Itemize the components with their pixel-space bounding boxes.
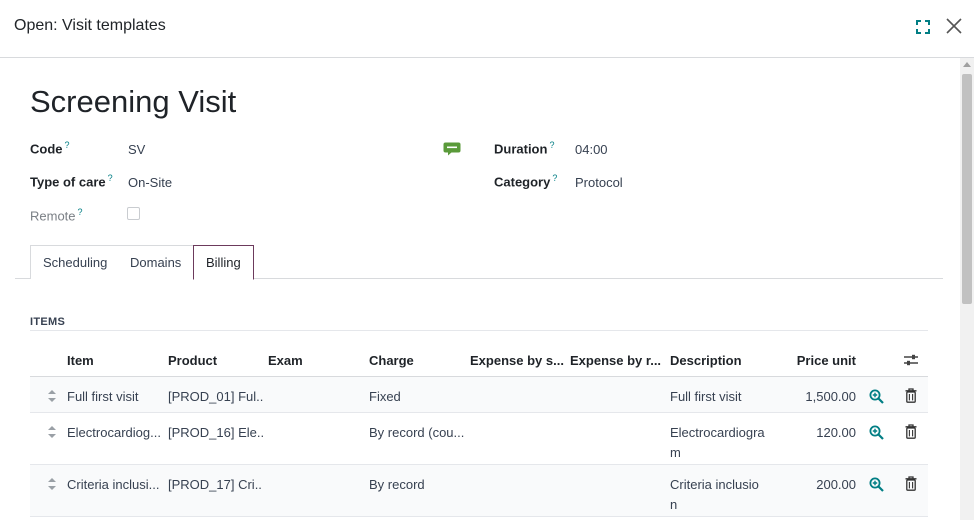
items-table-header: Item Product Exam Charge Expense by s...… (30, 344, 928, 377)
tab-scheduling[interactable]: Scheduling (30, 245, 121, 279)
drag-handle-icon[interactable] (48, 477, 56, 491)
trash-icon[interactable] (905, 476, 917, 491)
charge-cell[interactable]: Fixed (369, 387, 464, 407)
duration-help-icon[interactable]: ? (549, 140, 554, 150)
expand-icon[interactable] (914, 18, 932, 36)
drag-handle-icon[interactable] (48, 425, 56, 439)
chat-icon[interactable] (443, 142, 461, 156)
zoom-icon[interactable] (869, 389, 884, 404)
price-unit-cell[interactable]: 200.00 (770, 475, 856, 495)
table-row[interactable]: Full first visit [PROD_01] Ful... Fixed … (30, 377, 928, 413)
item-cell[interactable]: Criteria inclusi... (67, 475, 162, 495)
code-label: Code? (30, 140, 70, 157)
category-label: Category? (494, 173, 558, 190)
type-of-care-help-icon[interactable]: ? (108, 173, 113, 183)
scroll-up-arrow-icon[interactable] (963, 62, 971, 67)
column-header-expense-by-r[interactable]: Expense by r... (570, 353, 665, 368)
description-cell[interactable]: Full first visit (670, 387, 765, 407)
scrollbar[interactable] (960, 58, 974, 520)
column-header-expense-by-s[interactable]: Expense by s... (470, 353, 565, 368)
remote-checkbox[interactable] (127, 207, 140, 220)
product-cell[interactable]: [PROD_17] Cri... (168, 475, 263, 495)
scroll-thumb[interactable] (962, 74, 972, 304)
zoom-icon[interactable] (869, 425, 884, 440)
category-field[interactable]: Protocol (575, 175, 623, 190)
column-header-item[interactable]: Item (67, 353, 162, 368)
description-cell[interactable]: Criteria inclusion (670, 475, 765, 515)
column-header-price-unit[interactable]: Price unit (770, 353, 856, 368)
zoom-icon[interactable] (869, 477, 884, 492)
tab-domains[interactable]: Domains (118, 245, 195, 279)
dialog-header: Open: Visit templates (0, 0, 974, 58)
column-header-charge[interactable]: Charge (369, 353, 464, 368)
remote-help-icon[interactable]: ? (78, 207, 83, 217)
type-of-care-label: Type of care? (30, 173, 113, 190)
trash-icon[interactable] (905, 424, 917, 439)
record-title: Screening Visit (30, 84, 237, 119)
column-header-product[interactable]: Product (168, 353, 263, 368)
drag-handle-icon[interactable] (48, 389, 56, 403)
close-icon[interactable] (944, 16, 964, 36)
column-header-exam[interactable]: Exam (268, 353, 363, 368)
dialog-title: Open: Visit templates (14, 17, 166, 34)
items-section-title: ITEMS (30, 316, 66, 328)
table-row[interactable]: Electrocardiog... [PROD_16] Ele... By re… (30, 413, 928, 465)
charge-cell[interactable]: By record (cou... (369, 423, 464, 443)
category-help-icon[interactable]: ? (552, 173, 557, 183)
type-of-care-field[interactable]: On-Site (128, 175, 172, 190)
price-unit-cell[interactable]: 120.00 (770, 423, 856, 443)
charge-cell[interactable]: By record (369, 475, 464, 495)
code-field[interactable]: SV (128, 142, 145, 157)
table-row[interactable]: Criteria inclusi... [PROD_17] Cri... By … (30, 465, 928, 517)
price-unit-cell[interactable]: 1,500.00 (770, 387, 856, 407)
remote-label: Remote? (30, 207, 83, 224)
column-header-description[interactable]: Description (670, 353, 765, 368)
product-cell[interactable]: [PROD_16] Ele... (168, 423, 263, 443)
section-divider (30, 330, 928, 331)
duration-field[interactable]: 04:00 (575, 142, 608, 157)
description-cell[interactable]: Electrocardiogram (670, 423, 765, 463)
item-cell[interactable]: Full first visit (67, 387, 162, 407)
duration-label: Duration? (494, 140, 555, 157)
item-cell[interactable]: Electrocardiog... (67, 423, 162, 443)
product-cell[interactable]: [PROD_01] Ful... (168, 387, 263, 407)
code-help-icon[interactable]: ? (65, 140, 70, 150)
settings-icon[interactable] (904, 353, 918, 367)
notebook-tabs: Scheduling Domains Billing (15, 245, 943, 280)
tab-billing[interactable]: Billing (193, 245, 254, 280)
trash-icon[interactable] (905, 388, 917, 403)
